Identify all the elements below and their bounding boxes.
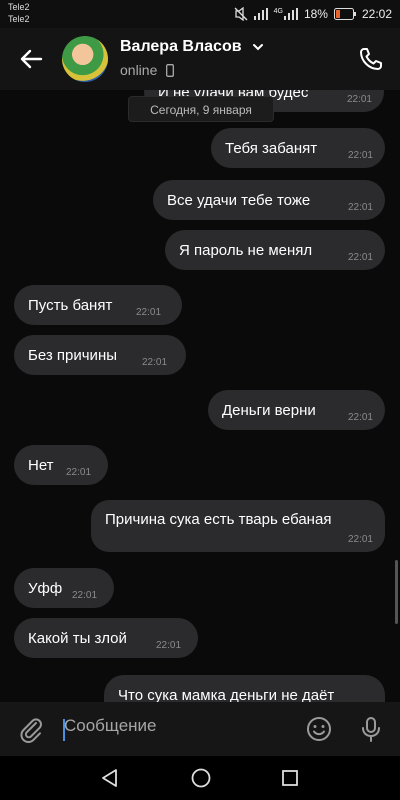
- message-time: 22:01: [346, 94, 372, 105]
- message-text: Без причины: [28, 347, 118, 364]
- message-input[interactable]: Сообщение: [64, 716, 157, 736]
- nav-home-icon[interactable]: [190, 767, 212, 789]
- chevron-down-icon[interactable]: [252, 42, 264, 52]
- message-text: Тебя забанят: [225, 140, 318, 157]
- smile-icon: [307, 717, 331, 741]
- message-text: Причина сука есть тварь ебаная: [105, 511, 332, 528]
- message-outgoing[interactable]: Все удачи тебе тоже 22:01: [153, 180, 385, 220]
- message-time: 22:01: [347, 150, 373, 161]
- message-outgoing[interactable]: Причина сука есть тварь ебаная 22:01: [91, 500, 385, 552]
- carrier-2: Tele2: [8, 14, 30, 24]
- clock: 22:02: [361, 7, 392, 21]
- message-composer: Сообщение: [0, 702, 400, 756]
- message-time: 22:01: [72, 590, 98, 601]
- attach-button[interactable]: [16, 714, 46, 749]
- date-separator: Сегодня, 9 января: [128, 96, 274, 122]
- online-status: online: [120, 62, 158, 78]
- signal-icon: [253, 8, 268, 20]
- carrier-1: Tele2: [8, 2, 30, 12]
- message-text: Что сука мамка деньги не даёт: [118, 687, 335, 702]
- scrollbar[interactable]: [395, 560, 398, 624]
- signal-icon-2: [283, 8, 298, 20]
- message-incoming[interactable]: Пусть банят 22:01: [14, 285, 182, 325]
- message-text: Деньги верни: [222, 402, 316, 419]
- mute-icon: [234, 7, 248, 21]
- message-incoming[interactable]: Нет 22:01: [14, 445, 108, 485]
- message-incoming[interactable]: Без причины 22:01: [14, 335, 186, 375]
- emoji-button[interactable]: [304, 714, 334, 749]
- message-text: Пусть банят: [28, 297, 113, 314]
- message-time: 22:01: [66, 467, 92, 478]
- message-time: 22:01: [142, 357, 168, 368]
- message-outgoing[interactable]: Что сука мамка деньги не даёт: [104, 675, 385, 702]
- message-time: 22:01: [136, 307, 162, 318]
- message-outgoing[interactable]: Я пароль не менял 22:01: [165, 230, 385, 270]
- message-list[interactable]: И не удачи вам будес 22:01 Сегодня, 9 ян…: [0, 90, 400, 702]
- contact-name[interactable]: Валера Власов: [120, 38, 242, 56]
- message-outgoing[interactable]: Тебя забанят 22:01: [211, 128, 385, 168]
- mobile-device-icon: [166, 64, 174, 77]
- message-text: Все удачи тебе тоже: [167, 192, 311, 209]
- voice-button[interactable]: [356, 714, 386, 749]
- phone-icon: [360, 48, 382, 70]
- message-time: 22:01: [347, 534, 373, 545]
- arrow-left-icon: [20, 49, 43, 69]
- battery-icon: [333, 8, 356, 20]
- message-text: Какой ты злой: [28, 630, 127, 647]
- nav-back-icon[interactable]: [100, 768, 120, 788]
- message-time: 22:01: [347, 252, 373, 263]
- status-bar: Tele2 Tele2 4G 18% 22:02: [0, 0, 400, 28]
- mic-icon: [362, 717, 380, 742]
- message-time: 22:01: [156, 640, 182, 651]
- message-text: Нет: [28, 457, 54, 474]
- message-time: 22:01: [347, 202, 373, 213]
- call-button[interactable]: [356, 44, 386, 74]
- message-incoming[interactable]: Уфф 22:01: [14, 568, 114, 608]
- message-incoming[interactable]: Какой ты злой 22:01: [14, 618, 198, 658]
- back-button[interactable]: [16, 44, 46, 74]
- chat-header: Валера Власов online: [0, 28, 400, 90]
- network-type: 4G: [273, 7, 283, 15]
- message-outgoing[interactable]: Деньги верни 22:01: [208, 390, 385, 430]
- avatar[interactable]: [62, 36, 108, 82]
- message-text: Я пароль не менял: [179, 242, 313, 259]
- message-text: Уфф: [28, 580, 63, 597]
- message-time: 22:01: [347, 412, 373, 423]
- battery-percent: 18%: [303, 7, 328, 21]
- paperclip-icon: [20, 718, 42, 743]
- nav-recents-icon[interactable]: [280, 768, 300, 788]
- status-indicators: 4G 18% 22:02: [234, 6, 392, 22]
- system-nav-bar: [0, 756, 400, 800]
